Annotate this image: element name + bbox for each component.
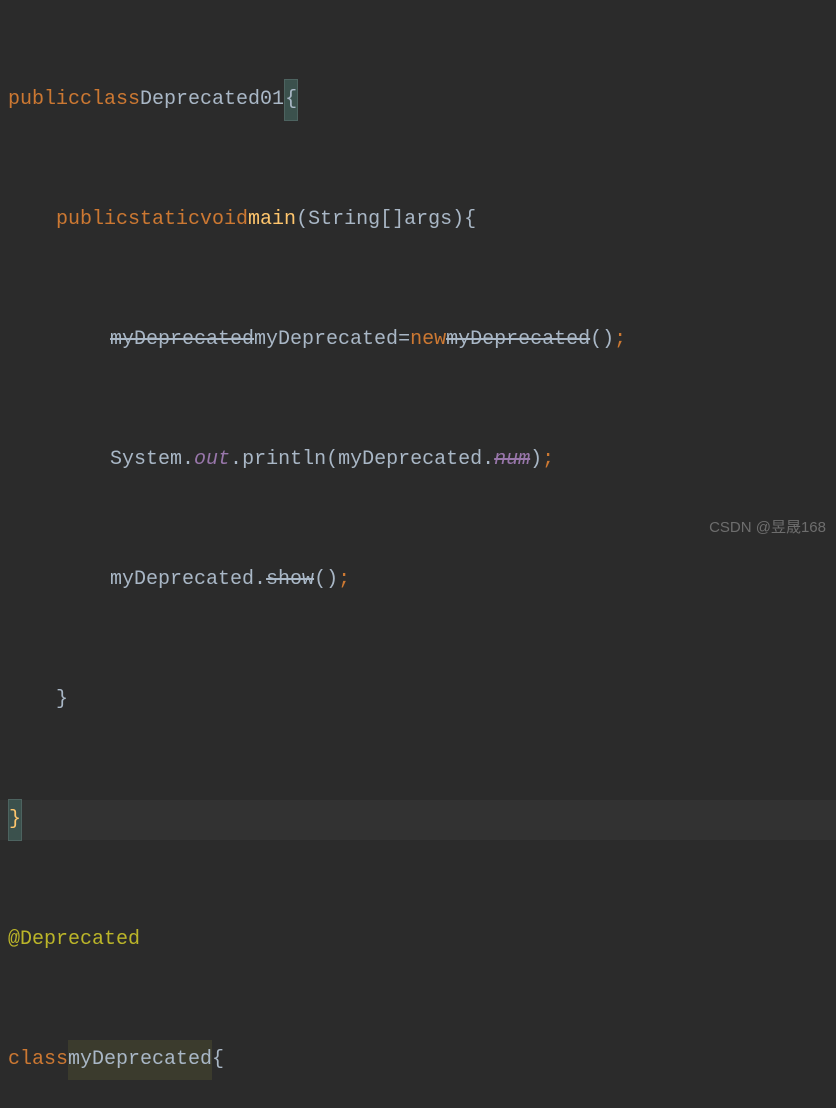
class-name: Deprecated01	[140, 80, 284, 120]
ctor-deprecated: myDeprecated	[446, 320, 590, 360]
brace-open: {	[284, 79, 298, 121]
method-main: main	[248, 200, 296, 240]
code-line[interactable]: class myDeprecated {	[0, 1040, 836, 1080]
semicolon: ;	[614, 320, 626, 360]
code-line[interactable]: }	[0, 680, 836, 720]
println: println	[242, 440, 326, 480]
var-ref: myDeprecated	[110, 560, 254, 600]
field-deprecated: num	[494, 440, 530, 480]
paren: )	[530, 440, 542, 480]
code-line[interactable]: @Deprecated	[0, 920, 836, 960]
code-editor[interactable]: public class Deprecated01 { public stati…	[0, 0, 836, 1108]
brace: {	[464, 200, 476, 240]
watermark: CSDN @昱晟168	[709, 508, 826, 548]
param-name: args	[404, 200, 452, 240]
paren: )	[452, 200, 464, 240]
code-line-current[interactable]: }	[0, 800, 836, 840]
method-deprecated: show	[266, 560, 314, 600]
code-line[interactable]: myDeprecated myDeprecated = new myDeprec…	[0, 320, 836, 360]
var-ref: myDeprecated	[338, 440, 482, 480]
brace-close: }	[56, 680, 68, 720]
dot: .	[230, 440, 242, 480]
parens: ()	[314, 560, 338, 600]
var-name: myDeprecated	[254, 320, 398, 360]
keyword-void: void	[200, 200, 248, 240]
code-line[interactable]: public class Deprecated01 {	[0, 80, 836, 120]
code-line[interactable]: public static void main(String[] args) {	[0, 200, 836, 240]
equals: =	[398, 320, 410, 360]
keyword-public: public	[56, 200, 128, 240]
keyword-public: public	[8, 80, 80, 120]
code-line[interactable]: System.out.println(myDeprecated.num);	[0, 440, 836, 480]
dot: .	[182, 440, 194, 480]
param-type: String[]	[308, 200, 404, 240]
brace: {	[212, 1040, 224, 1080]
parens: ()	[590, 320, 614, 360]
keyword-static: static	[128, 200, 200, 240]
annotation-deprecated: @Deprecated	[8, 920, 140, 960]
dot: .	[254, 560, 266, 600]
dot: .	[482, 440, 494, 480]
out-field: out	[194, 440, 230, 480]
brace-close-match: }	[8, 799, 22, 841]
paren: (	[296, 200, 308, 240]
paren: (	[326, 440, 338, 480]
semicolon: ;	[338, 560, 350, 600]
keyword-new: new	[410, 320, 446, 360]
keyword-class: class	[8, 1040, 68, 1080]
code-line[interactable]: myDeprecated.show();	[0, 560, 836, 600]
type-deprecated: myDeprecated	[110, 320, 254, 360]
system: System	[110, 440, 182, 480]
keyword-class: class	[80, 80, 140, 120]
class-name-highlight: myDeprecated	[68, 1040, 212, 1080]
semicolon: ;	[542, 440, 554, 480]
